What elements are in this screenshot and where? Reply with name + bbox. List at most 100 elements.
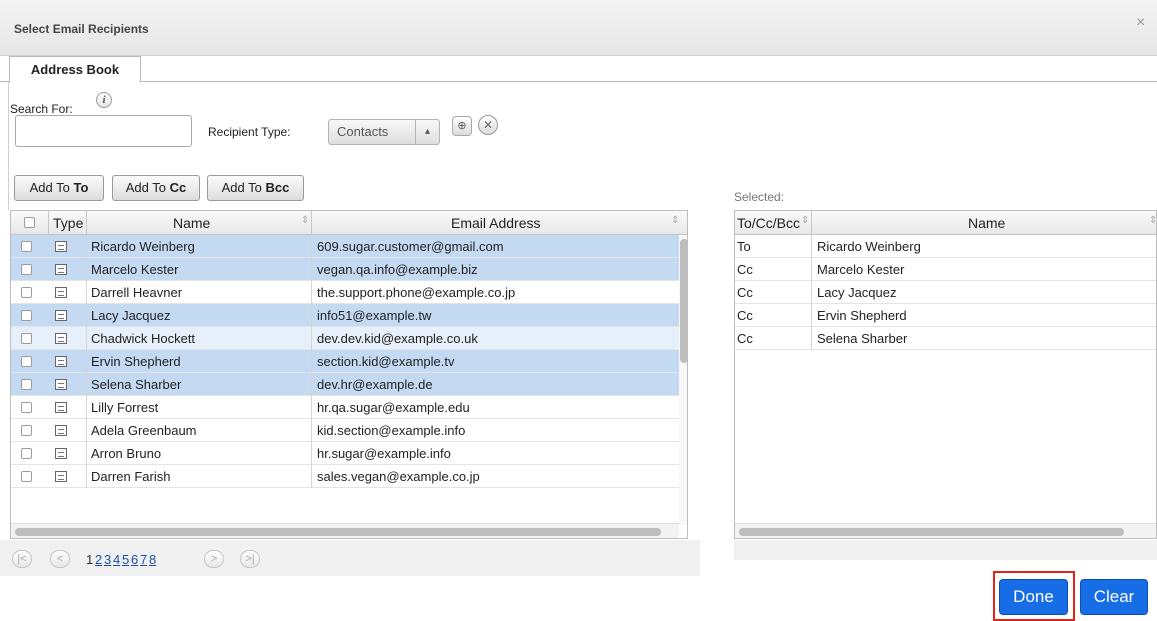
row-checkbox[interactable] (21, 310, 32, 321)
contact-name[interactable]: Selena Sharber (91, 377, 181, 392)
header-name[interactable]: Name (173, 215, 210, 231)
contact-name[interactable]: Adela Greenbaum (91, 423, 197, 438)
sort-email-icon[interactable]: ⇕ (671, 215, 679, 226)
contact-email[interactable]: the.support.phone@example.co.jp (317, 285, 515, 300)
search-icon[interactable]: ⊕ (452, 116, 472, 136)
sort-kind-icon[interactable]: ⇕ (801, 215, 809, 226)
row-checkbox[interactable] (21, 264, 32, 275)
add-to-bcc-suffix: Bcc (265, 180, 290, 195)
page-link[interactable]: 8 (149, 552, 156, 567)
selected-row[interactable]: Cc Marcelo Kester (735, 258, 1156, 281)
header-type[interactable]: Type (53, 215, 83, 231)
contact-type-icon (55, 264, 67, 275)
table-row[interactable]: Selena Sharber dev.hr@example.de (11, 373, 679, 396)
header-selected-name[interactable]: Name (968, 215, 1005, 231)
contact-name[interactable]: Marcelo Kester (91, 262, 178, 277)
selected-row[interactable]: Cc Selena Sharber (735, 327, 1156, 350)
contact-name[interactable]: Chadwick Hockett (91, 331, 195, 346)
contact-name[interactable]: Lilly Forrest (91, 400, 158, 415)
prev-page-icon[interactable]: < (50, 550, 70, 568)
row-checkbox[interactable] (21, 241, 32, 252)
selected-name: Ervin Shepherd (817, 308, 907, 323)
contact-email[interactable]: kid.section@example.info (317, 423, 465, 438)
row-checkbox[interactable] (21, 356, 32, 367)
panel-divider (8, 82, 9, 210)
page-link[interactable]: 4 (113, 552, 120, 567)
search-input[interactable] (15, 115, 192, 147)
contact-name[interactable]: Ricardo Weinberg (91, 239, 195, 254)
contact-name[interactable]: Lacy Jacquez (91, 308, 171, 323)
contact-email[interactable]: 609.sugar.customer@gmail.com (317, 239, 504, 254)
table-row[interactable]: Marcelo Kester vegan.qa.info@example.biz (11, 258, 679, 281)
contact-type-icon (55, 471, 67, 482)
contact-email[interactable]: hr.qa.sugar@example.edu (317, 400, 470, 415)
page-link[interactable]: 3 (104, 552, 111, 567)
row-checkbox[interactable] (21, 402, 32, 413)
tab-address-book[interactable]: Address Book (9, 56, 141, 83)
table-row[interactable]: Lacy Jacquez info51@example.tw (11, 304, 679, 327)
add-to-to-button[interactable]: Add To To (14, 175, 104, 201)
selected-kind: Cc (737, 308, 753, 323)
table-row[interactable]: Lilly Forrest hr.qa.sugar@example.edu (11, 396, 679, 419)
selected-row[interactable]: Cc Lacy Jacquez (735, 281, 1156, 304)
header-email[interactable]: Email Address (451, 215, 540, 231)
contact-email[interactable]: dev.hr@example.de (317, 377, 433, 392)
table-row[interactable]: Darren Farish sales.vegan@example.co.jp (11, 465, 679, 488)
contact-name[interactable]: Arron Bruno (91, 446, 161, 461)
first-page-icon[interactable]: |< (12, 550, 32, 568)
header-kind[interactable]: To/Cc/Bcc (737, 215, 800, 231)
select-all-checkbox[interactable] (24, 217, 35, 228)
selected-name: Ricardo Weinberg (817, 239, 921, 254)
table-row[interactable]: Darrell Heavner the.support.phone@example… (11, 281, 679, 304)
page-link[interactable]: 2 (95, 552, 102, 567)
contact-email[interactable]: vegan.qa.info@example.biz (317, 262, 478, 277)
page-link[interactable]: 6 (131, 552, 138, 567)
done-button[interactable]: Done (999, 579, 1068, 615)
contact-email[interactable]: sales.vegan@example.co.jp (317, 469, 480, 484)
clear-search-icon[interactable]: ✕ (478, 115, 498, 135)
page-link[interactable]: 5 (122, 552, 129, 567)
sort-name-icon[interactable]: ⇕ (301, 215, 309, 226)
contact-name[interactable]: Darren Farish (91, 469, 170, 484)
close-icon[interactable]: × (1136, 14, 1145, 32)
add-to-bcc-button[interactable]: Add To Bcc (207, 175, 304, 201)
table-row[interactable]: Ricardo Weinberg 609.sugar.customer@gmail… (11, 235, 679, 258)
row-checkbox[interactable] (21, 333, 32, 344)
contact-email[interactable]: hr.sugar@example.info (317, 446, 451, 461)
row-checkbox[interactable] (21, 425, 32, 436)
add-to-to-prefix: Add To (29, 180, 74, 195)
selected-grid: To/Cc/Bcc ⇕ Name ⇕ To Ricardo Weinberg Cc M… (734, 210, 1157, 539)
sort-selected-name-icon[interactable]: ⇕ (1149, 215, 1156, 226)
contact-email[interactable]: dev.dev.kid@example.co.uk (317, 331, 478, 346)
vertical-scrollbar[interactable] (679, 235, 687, 525)
last-page-icon[interactable]: >| (240, 550, 260, 568)
page-current: 1 (86, 552, 94, 567)
page-link[interactable]: 7 (140, 552, 147, 567)
selected-row[interactable]: To Ricardo Weinberg (735, 235, 1156, 258)
row-checkbox[interactable] (21, 379, 32, 390)
table-row[interactable]: Ervin Shepherd section.kid@example.tv (11, 350, 679, 373)
row-checkbox[interactable] (21, 287, 32, 298)
selected-horizontal-scrollbar[interactable] (735, 523, 1156, 538)
info-icon[interactable]: i (96, 92, 112, 108)
contact-type-icon (55, 333, 67, 344)
add-to-cc-prefix: Add To (125, 180, 170, 195)
table-row[interactable]: Arron Bruno hr.sugar@example.info (11, 442, 679, 465)
selected-row[interactable]: Cc Ervin Shepherd (735, 304, 1156, 327)
row-checkbox[interactable] (21, 471, 32, 482)
contact-email[interactable]: info51@example.tw (317, 308, 431, 323)
contact-name[interactable]: Darrell Heavner (91, 285, 182, 300)
horizontal-scrollbar[interactable] (11, 523, 679, 538)
row-checkbox[interactable] (21, 448, 32, 459)
recipient-type-value: Contacts (337, 124, 389, 139)
contact-email[interactable]: section.kid@example.tv (317, 354, 454, 369)
table-row[interactable]: Chadwick Hockett dev.dev.kid@example.co.u… (11, 327, 679, 350)
next-page-icon[interactable]: > (204, 550, 224, 568)
add-to-cc-button[interactable]: Add To Cc (112, 175, 200, 201)
contact-name[interactable]: Ervin Shepherd (91, 354, 181, 369)
clear-button[interactable]: Clear (1080, 579, 1148, 615)
table-row[interactable]: Adela Greenbaum kid.section@example.info (11, 419, 679, 442)
recipient-type-select[interactable]: Contacts ▴ (328, 119, 440, 145)
select-arrows-icon: ▴ (415, 120, 439, 144)
contact-type-icon (55, 356, 67, 367)
